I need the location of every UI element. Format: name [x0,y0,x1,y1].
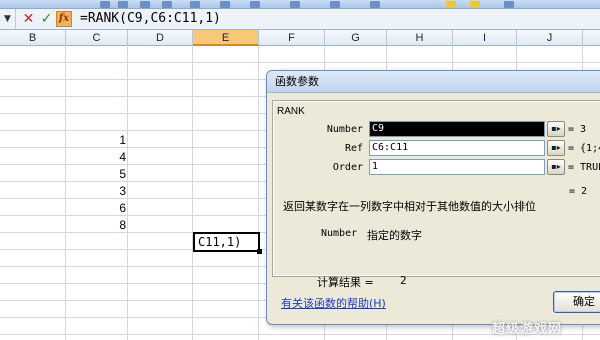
column-header-i[interactable]: I [453,30,517,46]
column-header-d[interactable]: D [128,30,193,46]
order-result: = TRUE [568,162,600,173]
number-input-value: C9 [372,123,385,134]
function-arguments-dialog: 函数参数 RANK Number C9 ▪▸ = 3 Ref C6:C11 ▪▸… [266,70,600,325]
cell-c11[interactable]: 8 [66,217,126,234]
parameter-name: Number [321,228,358,239]
collapse-dialog-icon[interactable]: ▪▸ [547,121,565,137]
column-header-row: B C D E F G H I J [0,30,600,46]
editing-cell-text: C11,1) [198,235,242,249]
collapse-dialog-icon[interactable]: ▪▸ [547,140,565,156]
argument-label-ref: Ref [344,143,363,154]
dialog-title[interactable]: 函数参数 [267,71,600,93]
number-input[interactable]: C9 [369,121,545,137]
argument-label-order: Order [332,162,363,173]
toolbar-button[interactable] [140,1,150,8]
ref-input[interactable]: C6:C11 [369,140,545,156]
editing-cell[interactable]: C11,1) [193,232,262,254]
toolbar-button[interactable] [250,1,260,8]
column-header-e[interactable]: E [193,30,259,46]
number-result: = 3 [568,124,587,135]
toolbar-options-button[interactable] [504,1,514,8]
enter-check-icon[interactable]: ✓ [38,11,55,27]
collapse-dialog-icon[interactable]: ▪▸ [547,159,565,175]
toolbar-button[interactable] [100,1,110,8]
toolbar-button[interactable] [370,1,380,8]
fill-handle[interactable] [257,249,262,254]
font-color-button[interactable] [470,1,480,8]
function-help-link[interactable]: 有关该函数的帮助(H) [281,295,386,311]
column-header-f[interactable]: F [259,30,325,46]
ref-result: = {1;4 [568,143,600,154]
toolbar-button[interactable] [290,1,300,8]
column-header-g[interactable]: G [325,30,387,46]
formula-result: = 2 [569,186,588,197]
column-header-c[interactable]: C [66,30,128,46]
formula-input[interactable]: =RANK(C9,C6:C11,1) [80,9,221,29]
cell-c9[interactable]: 3 [66,183,126,200]
toolbar-button[interactable] [330,1,340,8]
cancel-icon[interactable]: ✕ [20,11,37,27]
parameter-description: 指定的数字 [367,229,422,242]
gridline [192,46,193,340]
namebox-dropdown-icon[interactable]: ▼ [0,9,16,29]
toolbar-strip [0,0,600,9]
toolbar-button[interactable] [162,1,172,8]
gridline [127,46,128,340]
order-input[interactable]: 1 [369,159,545,175]
column-header-overflow[interactable] [583,30,600,46]
cell-c6[interactable]: 1 [66,132,126,149]
ok-button[interactable]: 确定 [553,291,600,313]
function-name: RANK [277,106,305,117]
formula-bar: ▼ ✕ ✓ fx =RANK(C9,C6:C11,1) [0,9,600,30]
column-header-j[interactable]: J [517,30,583,46]
calculation-result-value: 2 [400,274,407,287]
cell-c10[interactable]: 6 [66,200,126,217]
cell-c7[interactable]: 4 [66,149,126,166]
argument-label-number: Number [326,124,363,135]
toolbar-button[interactable] [190,1,200,8]
column-header-h[interactable]: H [387,30,453,46]
insert-function-icon[interactable]: fx [56,11,72,27]
cell-c8[interactable]: 5 [66,166,126,183]
calculation-result-label: 计算结果 = [317,276,374,289]
site-watermark: 超级游戏网 [492,322,563,337]
toolbar-button[interactable] [118,1,128,8]
function-description: 返回某数字在一列数字中相对于其他数值的大小排位 [283,200,536,213]
column-header-b[interactable]: B [0,30,66,46]
toolbar-button[interactable] [220,1,230,8]
gridline [258,46,259,340]
highlight-color-button[interactable] [446,1,456,8]
